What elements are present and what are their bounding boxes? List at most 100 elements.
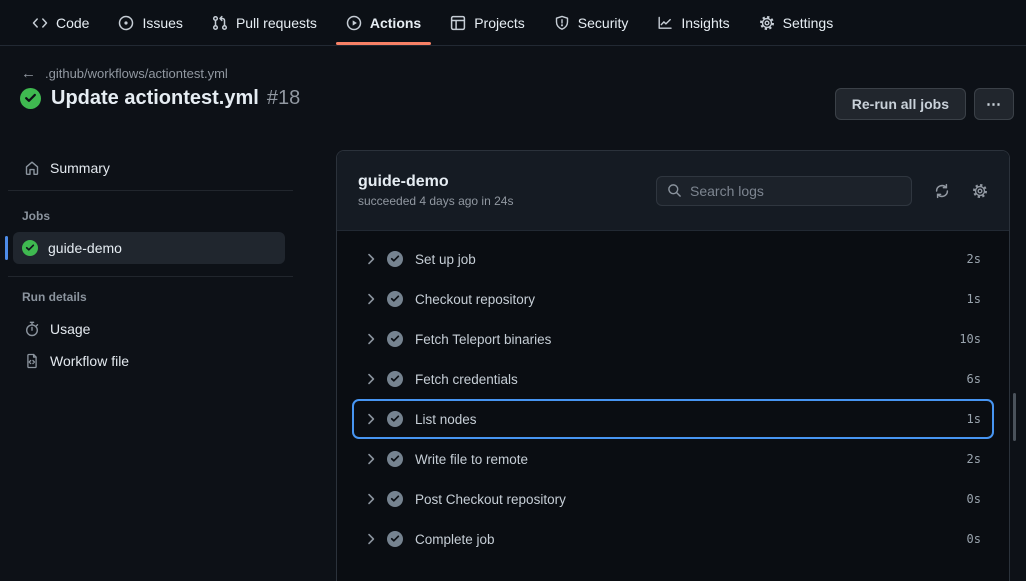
tab-insights[interactable]: Insights	[657, 0, 729, 45]
divider	[8, 276, 293, 277]
sidebar-item-usage[interactable]: Usage	[24, 313, 90, 345]
chevron-right-icon[interactable]	[363, 251, 379, 267]
tab-label: Insights	[681, 15, 729, 31]
play-circle-icon	[346, 15, 362, 31]
step-check-circle-icon	[387, 331, 403, 347]
step-check-circle-icon	[387, 531, 403, 547]
sidebar-item-workflow-file[interactable]: Workflow file	[24, 345, 129, 377]
job-name: guide-demo	[48, 240, 122, 256]
breadcrumb: ← .github/workflows/actiontest.yml	[21, 66, 228, 81]
chevron-right-icon[interactable]	[363, 491, 379, 507]
tab-projects[interactable]: Projects	[450, 0, 525, 45]
gear-icon	[759, 15, 775, 31]
workflow-path[interactable]: .github/workflows/actiontest.yml	[45, 66, 228, 81]
stopwatch-icon	[24, 321, 40, 337]
step-check-circle-icon	[387, 291, 403, 307]
step-duration: 0s	[967, 492, 981, 506]
repo-tab-bar: Code Issues Pull requests Actions Projec…	[0, 0, 1026, 46]
step-row[interactable]: Complete job 0s	[352, 519, 994, 559]
search-icon	[667, 183, 682, 198]
tab-security[interactable]: Security	[554, 0, 629, 45]
step-row[interactable]: Checkout repository 1s	[352, 279, 994, 319]
tab-label: Security	[578, 15, 629, 31]
step-row[interactable]: Write file to remote 2s	[352, 439, 994, 479]
run-sidebar: Summary Jobs guide-demo Run details Usag…	[0, 150, 336, 581]
step-duration: 2s	[967, 452, 981, 466]
step-row[interactable]: Fetch Teleport binaries 10s	[352, 319, 994, 359]
kebab-menu-button[interactable]: ⋯	[974, 88, 1014, 120]
job-title-block: guide-demo succeeded 4 days ago in 24s	[358, 173, 513, 208]
step-duration: 2s	[967, 252, 981, 266]
step-check-circle-icon	[387, 491, 403, 507]
step-name: Checkout repository	[415, 292, 535, 307]
step-name: Fetch Teleport binaries	[415, 332, 551, 347]
step-row[interactable]: Set up job 2s	[352, 239, 994, 279]
code-icon	[32, 15, 48, 31]
file-code-icon	[24, 353, 40, 369]
step-row[interactable]: List nodes 1s	[352, 399, 994, 439]
step-check-circle-icon	[387, 371, 403, 387]
step-duration: 6s	[967, 372, 981, 386]
selected-job-accent-bar	[5, 236, 8, 260]
back-arrow-icon[interactable]: ←	[21, 66, 36, 81]
step-check-circle-icon	[387, 451, 403, 467]
tab-issues[interactable]: Issues	[118, 0, 182, 45]
job-panel-title: guide-demo	[358, 173, 513, 191]
job-panel-tools	[656, 176, 988, 206]
run-number: #18	[267, 87, 300, 110]
chevron-right-icon[interactable]	[363, 291, 379, 307]
sidebar-item-label: Workflow file	[50, 353, 129, 369]
table-icon	[450, 15, 466, 31]
jobs-section-heading: Jobs	[22, 209, 50, 223]
refresh-icon[interactable]	[934, 183, 950, 199]
scrollbar-thumb[interactable]	[1013, 393, 1016, 441]
step-duration: 10s	[959, 332, 981, 346]
chevron-right-icon[interactable]	[363, 331, 379, 347]
page-title: Update actiontest.yml	[51, 87, 259, 110]
step-check-circle-icon	[387, 251, 403, 267]
tab-label: Actions	[370, 15, 421, 31]
chevron-right-icon[interactable]	[363, 411, 379, 427]
chevron-right-icon[interactable]	[363, 531, 379, 547]
log-settings-gear-icon[interactable]	[972, 183, 988, 199]
step-row[interactable]: Post Checkout repository 0s	[352, 479, 994, 519]
rerun-all-jobs-button[interactable]: Re-run all jobs	[835, 88, 966, 120]
issue-opened-icon	[118, 15, 134, 31]
check-circle-icon	[20, 88, 41, 109]
step-name: Fetch credentials	[415, 372, 518, 387]
run-title-row: Update actiontest.yml #18	[20, 87, 300, 110]
search-logs-input[interactable]	[690, 183, 901, 199]
step-duration: 1s	[967, 412, 981, 426]
step-name: Set up job	[415, 252, 476, 267]
active-tab-underline	[336, 42, 431, 45]
tab-label: Pull requests	[236, 15, 317, 31]
job-log-panel: guide-demo succeeded 4 days ago in 24s	[336, 150, 1010, 581]
tab-pull-requests[interactable]: Pull requests	[212, 0, 317, 45]
step-list: Set up job 2s Checkout repository 1s Fet…	[337, 231, 1009, 567]
header-actions: Re-run all jobs ⋯	[835, 88, 1014, 120]
tab-actions[interactable]: Actions	[346, 0, 421, 45]
tab-settings[interactable]: Settings	[759, 0, 834, 45]
chevron-right-icon[interactable]	[363, 371, 379, 387]
divider	[8, 190, 293, 191]
step-name: List nodes	[415, 412, 477, 427]
sidebar-item-label: Summary	[50, 160, 110, 176]
tab-code[interactable]: Code	[32, 0, 89, 45]
check-circle-icon	[22, 240, 38, 256]
tab-label: Issues	[142, 15, 182, 31]
graph-icon	[657, 15, 673, 31]
tab-label: Projects	[474, 15, 525, 31]
sidebar-job-guide-demo[interactable]: guide-demo	[13, 232, 285, 264]
job-status-line: succeeded 4 days ago in 24s	[358, 194, 513, 208]
git-pull-request-icon	[212, 15, 228, 31]
step-row[interactable]: Fetch credentials 6s	[352, 359, 994, 399]
step-check-circle-icon	[387, 411, 403, 427]
tab-label: Code	[56, 15, 89, 31]
step-duration: 0s	[967, 532, 981, 546]
job-panel-header: guide-demo succeeded 4 days ago in 24s	[337, 151, 1009, 231]
chevron-right-icon[interactable]	[363, 451, 379, 467]
sidebar-item-summary[interactable]: Summary	[24, 152, 110, 184]
home-icon	[24, 160, 40, 176]
search-box	[656, 176, 912, 206]
run-header: ← .github/workflows/actiontest.yml Updat…	[0, 46, 1026, 150]
